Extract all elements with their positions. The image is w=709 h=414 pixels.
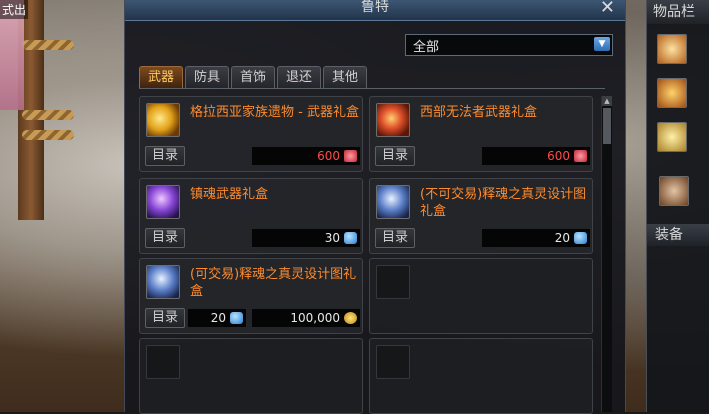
inventory-item[interactable] — [659, 176, 689, 206]
scrollbar[interactable]: ▲ — [601, 96, 612, 412]
price-value: 600 — [317, 149, 340, 163]
tab-divider — [139, 88, 605, 89]
inventory-item[interactable] — [657, 122, 687, 152]
shop-item[interactable]: 西部无法者武器礼盒 目录 600 — [369, 96, 593, 172]
item-price-gold: 100,000 — [252, 309, 360, 327]
item-price: 600 — [482, 147, 590, 165]
tab-return[interactable]: 退还 — [277, 66, 321, 88]
tab-weapon[interactable]: 武器 — [139, 66, 183, 88]
catalog-button[interactable]: 目录 — [145, 146, 185, 166]
empty-slot — [139, 338, 363, 414]
close-icon[interactable]: ✕ — [600, 0, 615, 18]
equipment-label: 装备 — [647, 224, 709, 246]
item-price: 20 — [482, 229, 590, 247]
item-name: 西部无法者武器礼盒 — [420, 105, 538, 120]
item-price: 30 — [252, 229, 360, 247]
chevron-down-icon[interactable]: ▼ — [594, 37, 610, 51]
rope — [22, 130, 74, 140]
blue-box-icon — [146, 265, 180, 299]
catalog-button[interactable]: 目录 — [375, 228, 415, 248]
shop-item[interactable]: 格拉西亚家族遗物 - 武器礼盒 目录 600 — [139, 96, 363, 172]
empty-slot — [369, 258, 593, 334]
rope — [22, 40, 74, 50]
catalog-button[interactable]: 目录 — [145, 228, 185, 248]
red-gift-icon — [376, 103, 410, 137]
empty-icon-frame — [146, 345, 180, 379]
purple-gift-icon — [146, 185, 180, 219]
tab-armor[interactable]: 防具 — [185, 66, 229, 88]
shop-item[interactable]: 镇魂武器礼盒 目录 30 — [139, 178, 363, 254]
empty-slot — [369, 338, 593, 414]
filter-selected: 全部 — [413, 40, 440, 55]
shop-item[interactable]: (可交易)释魂之真灵设计图礼盒 目录 20 100,000 — [139, 258, 363, 334]
filter-dropdown[interactable]: 全部 ▼ — [405, 34, 613, 56]
inventory-item[interactable] — [657, 78, 687, 108]
item-price: 20 — [188, 309, 246, 327]
gem-icon — [574, 232, 587, 244]
item-name: (不可交易)释魂之真灵设计图礼盒 — [420, 187, 587, 219]
character-name-label: 式出 — [0, 0, 29, 19]
item-price: 600 — [252, 147, 360, 165]
cera-icon — [574, 150, 587, 162]
rope — [22, 110, 74, 120]
inventory-title: 物品栏 — [647, 0, 709, 24]
inventory-item[interactable] — [657, 34, 687, 64]
price-value: 100,000 — [290, 311, 340, 325]
price-value: 30 — [324, 231, 340, 245]
blue-box-icon — [376, 185, 410, 219]
catalog-button[interactable]: 目录 — [375, 146, 415, 166]
price-value: 600 — [547, 149, 570, 163]
catalog-button[interactable]: 目录 — [145, 308, 185, 328]
cera-icon — [344, 150, 357, 162]
gem-icon — [230, 312, 243, 324]
shop-title: 鲁特 — [361, 0, 389, 15]
empty-icon-frame — [376, 345, 410, 379]
shop-title-bar: 鲁特 ✕ — [125, 0, 625, 21]
price-value: 20 — [210, 311, 226, 325]
empty-icon-frame — [376, 265, 410, 299]
scroll-up-icon[interactable]: ▲ — [602, 96, 612, 106]
item-name: 镇魂武器礼盒 — [190, 187, 269, 202]
gem-icon — [344, 232, 357, 244]
item-name: (可交易)释魂之真灵设计图礼盒 — [190, 267, 357, 299]
gold-coin-icon — [344, 312, 357, 324]
gold-gift-icon — [146, 103, 180, 137]
shop-window: 鲁特 ✕ 全部 ▼ 武器 防具 首饰 退还 其他 格拉西亚家族遗物 - 武器礼盒… — [124, 0, 626, 414]
tab-other[interactable]: 其他 — [323, 66, 367, 88]
item-name: 格拉西亚家族遗物 - 武器礼盒 — [190, 105, 359, 120]
scroll-thumb[interactable] — [603, 108, 611, 144]
shop-item[interactable]: (不可交易)释魂之真灵设计图礼盒 目录 20 — [369, 178, 593, 254]
tab-accessory[interactable]: 首饰 — [231, 66, 275, 88]
inventory-panel: 物品栏 装备 — [646, 0, 709, 412]
price-value: 20 — [554, 231, 570, 245]
